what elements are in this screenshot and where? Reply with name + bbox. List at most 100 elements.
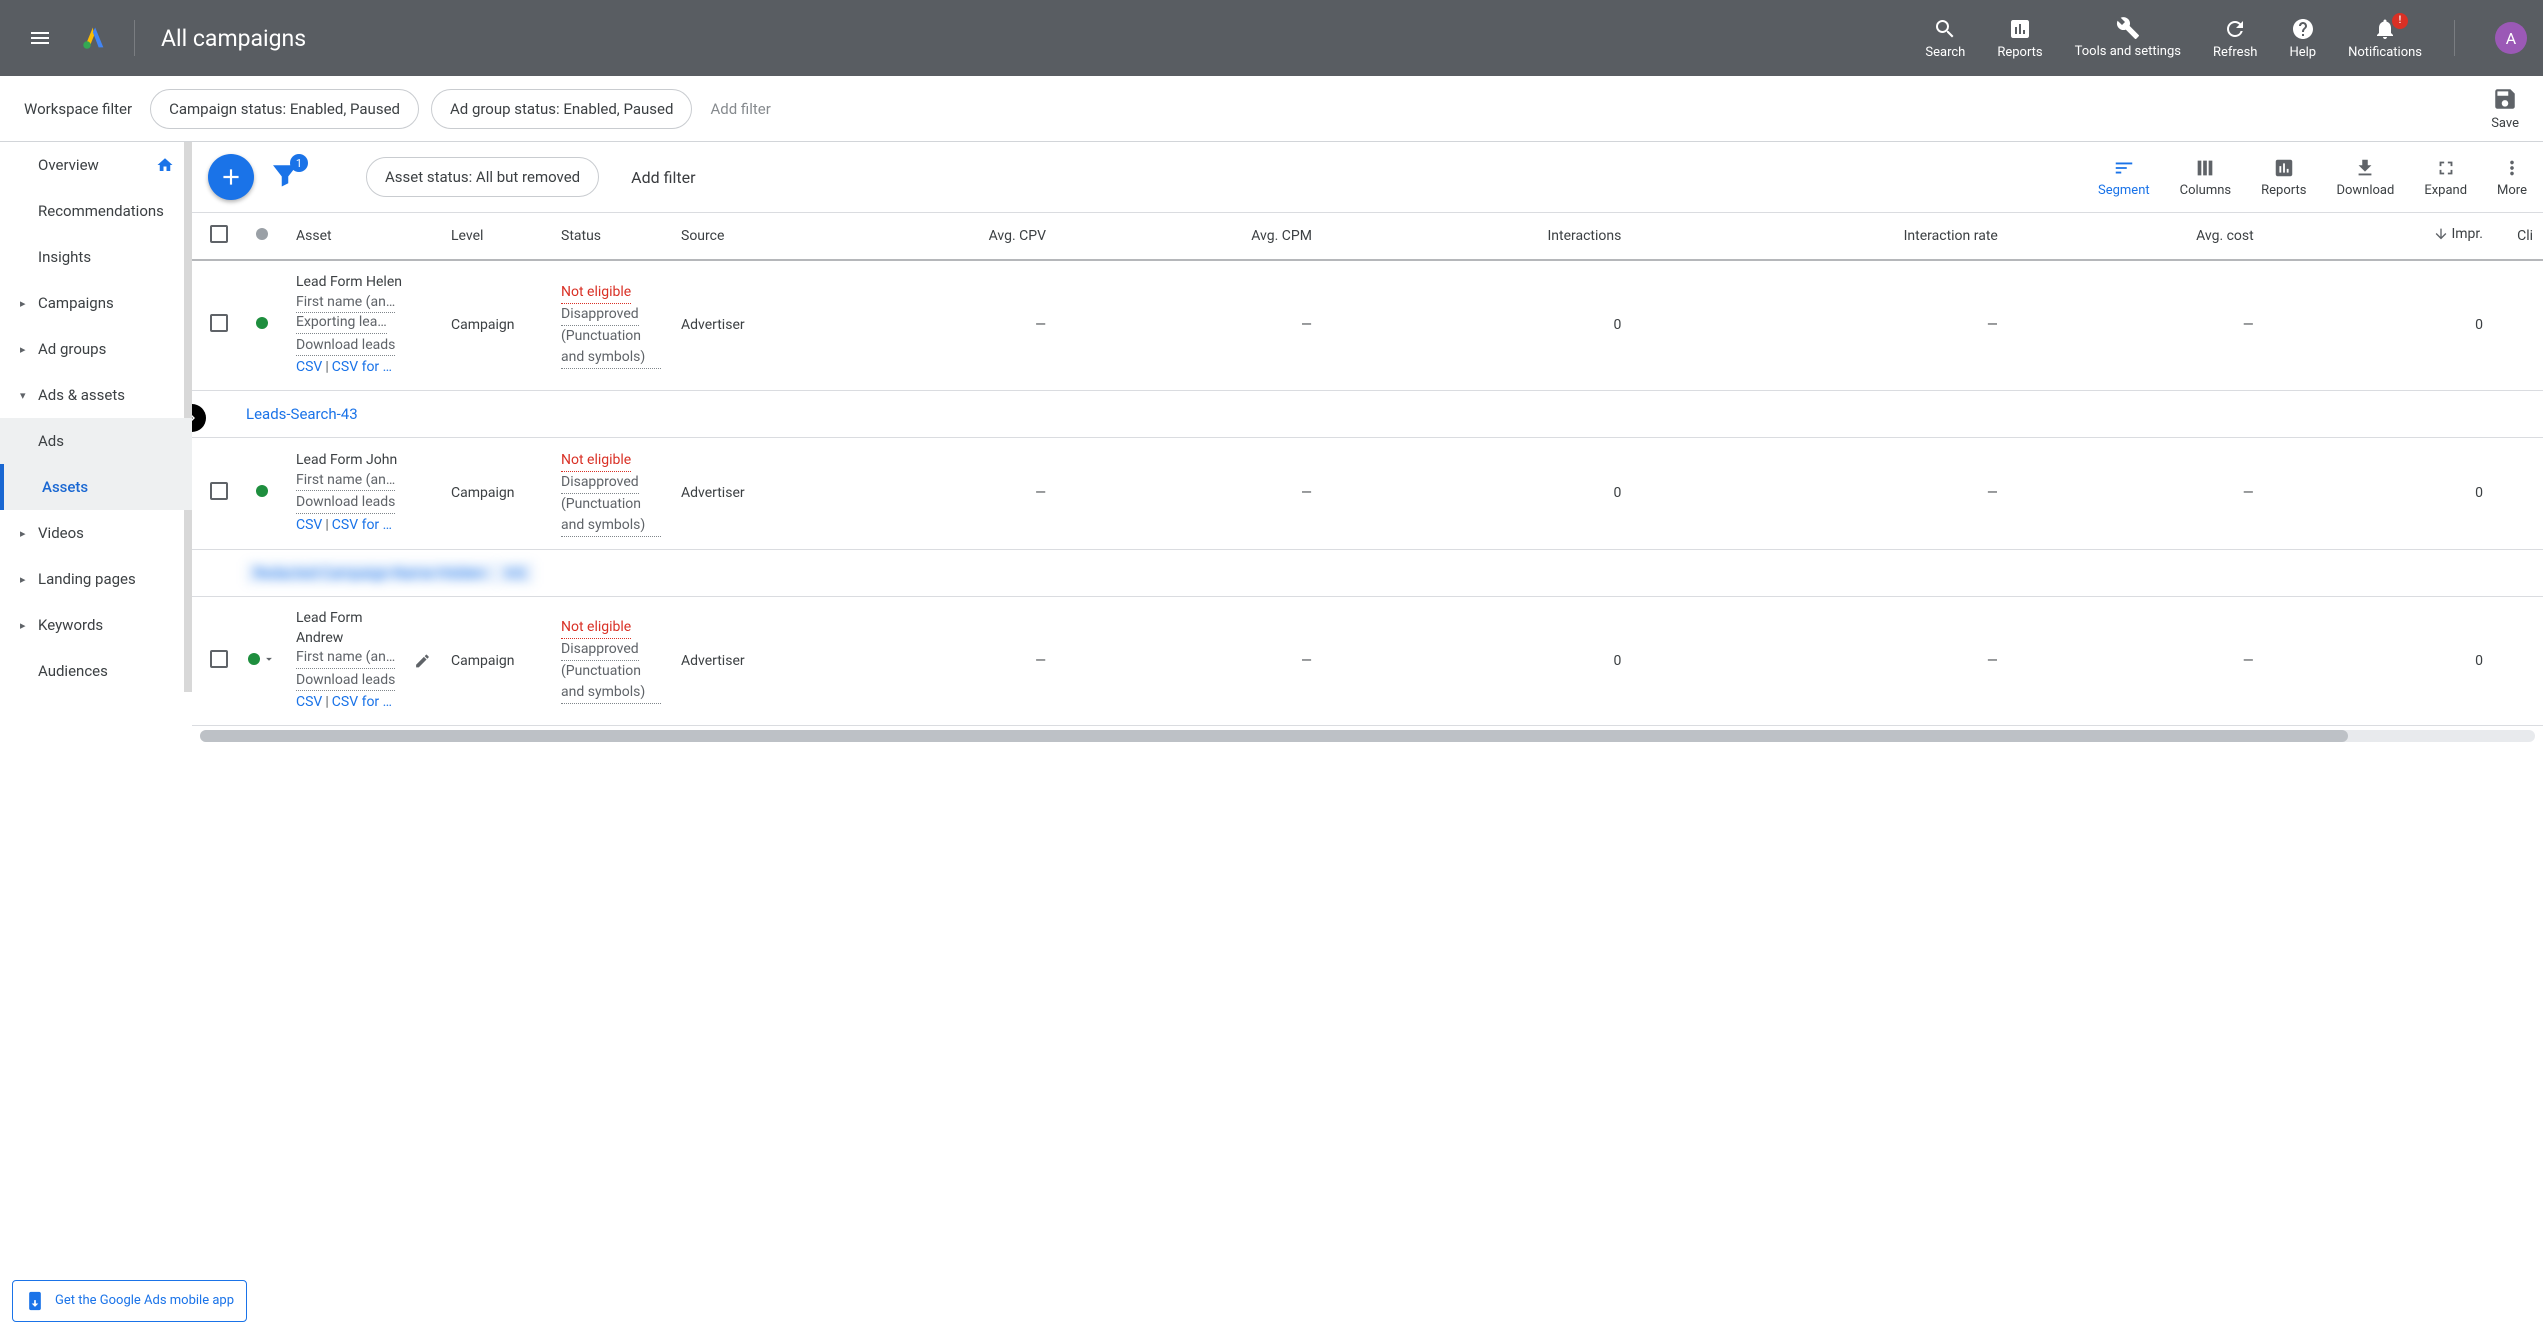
sidebar-item-label: Campaigns — [38, 294, 114, 312]
tools-settings-button[interactable]: Tools and settings — [2075, 16, 2181, 60]
add-filter-button[interactable]: Add filter — [710, 100, 770, 118]
campaign-group-row[interactable]: Redacted-Campaign-Name-Hidden-63| — [192, 549, 2543, 596]
status-not-eligible[interactable]: Not eligible — [561, 617, 631, 639]
download-button[interactable]: Download — [2336, 157, 2394, 198]
columns-button[interactable]: Columns — [2180, 157, 2232, 198]
asset-status-filter-chip[interactable]: Asset status: All but removed — [366, 157, 599, 197]
help-button[interactable]: Help — [2289, 17, 2316, 60]
filter-chip-adgroup-status[interactable]: Ad group status: Enabled, Paused — [431, 89, 692, 129]
select-all-header[interactable] — [192, 213, 238, 261]
csv-for-link[interactable]: CSV for … — [332, 359, 392, 375]
col-interaction-rate[interactable]: Interaction rate — [1631, 213, 2007, 261]
asset-detail[interactable]: First name (an… — [296, 293, 395, 314]
col-impr[interactable]: Impr. — [2264, 213, 2493, 261]
main-layout: OverviewRecommendations Insights Campaigns… — [0, 142, 2543, 1332]
status-disapproved[interactable]: Disapproved — [561, 472, 639, 494]
reports-button[interactable]: Reports — [1997, 17, 2042, 60]
filter-button[interactable]: 1 — [272, 162, 298, 192]
metric-avg_cpm: — — [1056, 260, 1322, 390]
sidebar-item-recommendations[interactable]: Recommendations — [0, 188, 192, 234]
sidebar-item-overview[interactable]: Overview — [0, 142, 192, 188]
filter-chip-campaign-status[interactable]: Campaign status: Enabled, Paused — [150, 89, 419, 129]
segment-button[interactable]: Segment — [2098, 157, 2150, 198]
asset-detail[interactable]: Exporting lea… — [296, 313, 387, 334]
level-cell: Campaign — [441, 260, 551, 390]
reports-toolbar-button[interactable]: Reports — [2261, 157, 2306, 198]
csv-link[interactable]: CSV — [296, 517, 322, 533]
download-leads-label: Download leads — [296, 671, 395, 692]
metric-avg_cost: — — [2008, 260, 2264, 390]
sidebar-item-assets[interactable]: Assets — [0, 464, 192, 510]
level-cell: Campaign — [441, 596, 551, 725]
table-scroll-container[interactable]: Asset Level Status Source Avg. CPV Avg. … — [192, 212, 2543, 726]
save-filter-button[interactable]: Save — [2491, 86, 2519, 131]
sidebar-item-videos[interactable]: Videos — [0, 510, 192, 556]
status-reason[interactable]: (Punctuation and symbols) — [561, 326, 661, 369]
segment-icon — [2113, 157, 2135, 179]
col-level[interactable]: Level — [441, 213, 551, 261]
expand-button[interactable]: Expand — [2424, 157, 2467, 198]
sidebar-item-landing-pages[interactable]: Landing pages — [0, 556, 192, 602]
search-button[interactable]: Search — [1925, 17, 1965, 60]
col-avg-cpm[interactable]: Avg. CPM — [1056, 213, 1322, 261]
sidebar-item-insights[interactable]: Insights — [0, 234, 192, 280]
status-not-eligible[interactable]: Not eligible — [561, 282, 631, 304]
more-button[interactable]: More — [2497, 157, 2527, 198]
csv-for-link[interactable]: CSV for … — [332, 694, 392, 710]
row-checkbox[interactable] — [210, 482, 228, 500]
col-source[interactable]: Source — [671, 213, 801, 261]
csv-for-link[interactable]: CSV for … — [332, 517, 392, 533]
home-icon — [156, 156, 174, 174]
sidebar-item-ads[interactable]: Ads — [0, 418, 192, 464]
sidebar: OverviewRecommendations Insights Campaigns… — [0, 142, 192, 1332]
hamburger-menu[interactable] — [16, 14, 64, 62]
sidebar-item-label: Insights — [38, 248, 91, 266]
sidebar-item-ad-groups[interactable]: Ad groups — [0, 326, 192, 372]
csv-link[interactable]: CSV — [296, 694, 322, 710]
sidebar-item-ads-assets[interactable]: Ads & assets — [0, 372, 192, 418]
csv-link[interactable]: CSV — [296, 359, 322, 375]
download-icon — [2354, 157, 2376, 179]
edit-icon[interactable] — [414, 652, 431, 670]
status-reason[interactable]: (Punctuation and symbols) — [561, 661, 661, 704]
sidebar-item-audiences[interactable]: Audiences — [0, 648, 192, 694]
more-vert-icon — [2501, 157, 2523, 179]
metric-interactions: 0 — [1322, 596, 1631, 725]
status-dot-header[interactable] — [238, 213, 286, 261]
col-avg-cost[interactable]: Avg. cost — [2008, 213, 2264, 261]
status-reason[interactable]: (Punctuation and symbols) — [561, 494, 661, 537]
status-not-eligible[interactable]: Not eligible — [561, 450, 631, 472]
metric-avg_cpv: — — [801, 260, 1056, 390]
col-interactions[interactable]: Interactions — [1322, 213, 1631, 261]
col-asset[interactable]: Asset — [286, 213, 441, 261]
refresh-button[interactable]: Refresh — [2213, 17, 2257, 60]
status-indicator[interactable] — [256, 317, 268, 329]
row-checkbox[interactable] — [210, 650, 228, 668]
asset-detail[interactable]: First name (an… — [296, 471, 395, 492]
horizontal-scrollbar[interactable] — [200, 730, 2535, 742]
sidebar-item-campaigns[interactable]: Campaigns — [0, 280, 192, 326]
scrollbar-thumb[interactable] — [200, 730, 2348, 742]
metric-avg_cpm: — — [1056, 437, 1322, 549]
col-clicks[interactable]: Cli — [2493, 213, 2543, 261]
add-asset-fab[interactable] — [208, 154, 254, 200]
toolbar-add-filter[interactable]: Add filter — [631, 168, 695, 187]
expand-icon — [2435, 157, 2457, 179]
campaign-group-row[interactable]: Leads-Search-43 — [192, 390, 2543, 437]
select-all-checkbox[interactable] — [210, 225, 228, 243]
status-indicator[interactable] — [256, 485, 268, 497]
sidebar-item-label: Assets — [42, 478, 88, 496]
mobile-app-promo[interactable]: Get the Google Ads mobile app — [12, 1280, 247, 1322]
user-avatar[interactable]: A — [2495, 22, 2527, 54]
notifications-button[interactable]: Notifications ! — [2348, 17, 2422, 60]
col-avg-cpv[interactable]: Avg. CPV — [801, 213, 1056, 261]
status-disapproved[interactable]: Disapproved — [561, 304, 639, 326]
sidebar-item-label: Landing pages — [38, 570, 136, 588]
google-ads-logo[interactable] — [80, 24, 108, 52]
status-disapproved[interactable]: Disapproved — [561, 639, 639, 661]
col-status[interactable]: Status — [551, 213, 671, 261]
status-indicator[interactable] — [248, 652, 276, 666]
asset-detail[interactable]: First name (an… — [296, 648, 395, 669]
sidebar-item-keywords[interactable]: Keywords — [0, 602, 192, 648]
row-checkbox[interactable] — [210, 314, 228, 332]
